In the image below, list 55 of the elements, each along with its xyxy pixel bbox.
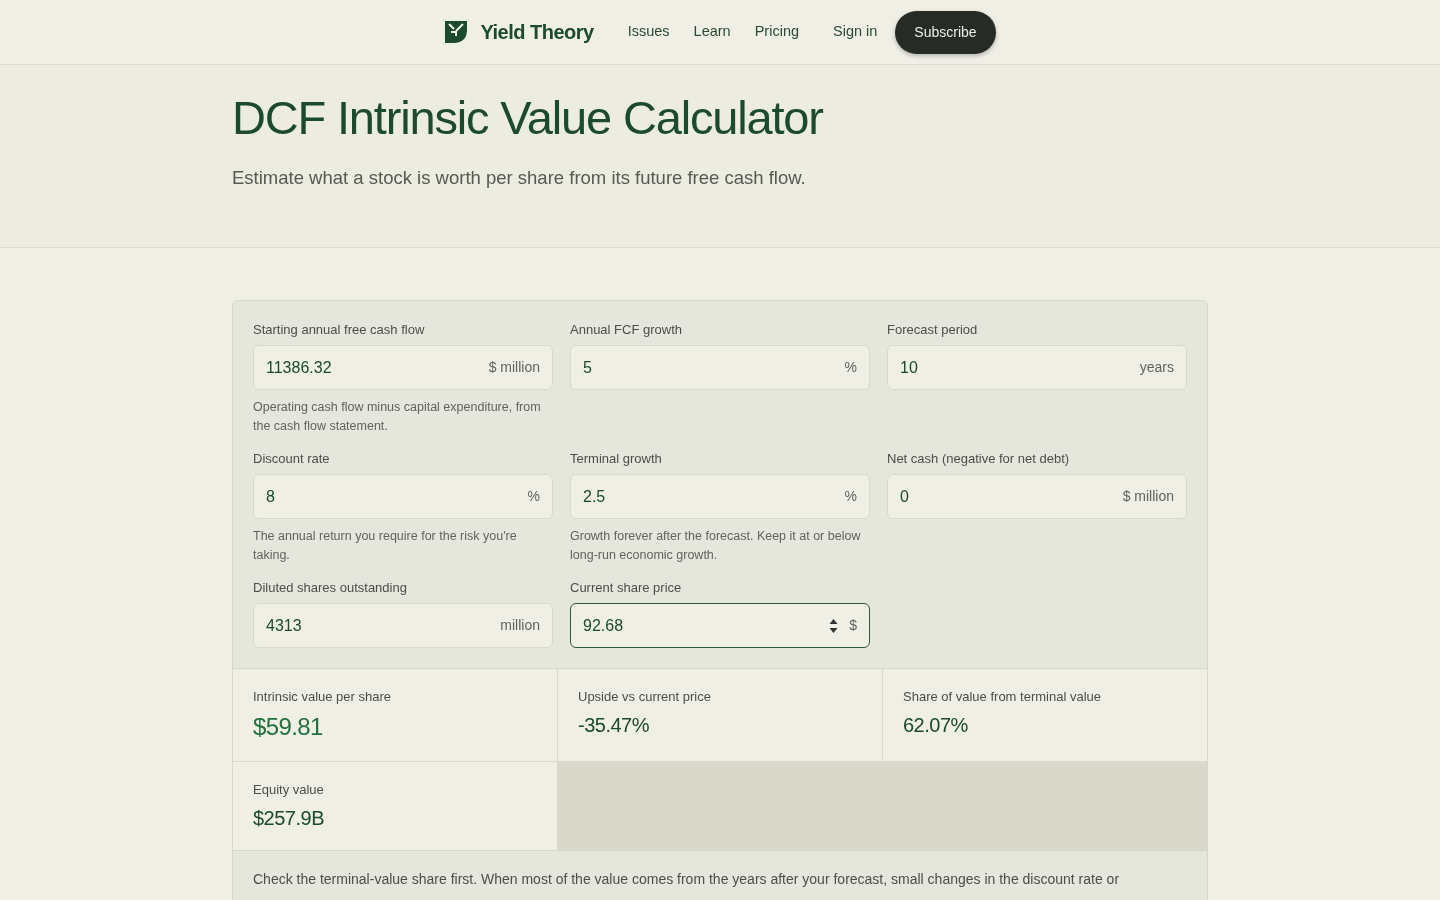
field-value: 92.68 [583, 615, 624, 636]
help-text: The annual return you require for the risk you're taking. [253, 528, 518, 564]
result-value: $59.81 [253, 712, 323, 742]
input-field[interactable]: 10 years [887, 345, 1187, 390]
input-field[interactable]: 0 $ million [887, 474, 1187, 519]
nav-link[interactable]: Issues [627, 21, 670, 43]
help-text: Operating cash flow minus capital expenditure, from the cash flow statement. [253, 399, 542, 435]
field-value: 10 [900, 357, 918, 378]
unit-label: million [500, 616, 540, 635]
field-value: 8 [266, 486, 275, 507]
input-field[interactable]: 8 % [253, 474, 553, 519]
result-label: Equity value [253, 781, 324, 799]
input-field[interactable]: 2.5 % [570, 474, 870, 519]
unit-label: % [844, 487, 857, 506]
sign-in-link[interactable]: Sign in [833, 21, 878, 43]
unit-label: $ [849, 616, 857, 635]
nav-link[interactable]: Learn [693, 21, 731, 43]
input-field[interactable]: 5 % [570, 345, 870, 390]
unit-label: $ million [1122, 487, 1174, 506]
spinner-arrows-icon[interactable] [829, 617, 839, 634]
result-label: Upside vs current price [578, 688, 711, 706]
unit-label: $ million [488, 358, 540, 377]
result-value: -35.47% [578, 713, 649, 738]
field-value: 11386.32 [266, 357, 332, 378]
unit-label: % [844, 358, 857, 377]
field-label: Diluted shares outstanding [253, 579, 407, 597]
result-value: 62.07% [903, 713, 968, 738]
page-subtitle: Estimate what a stock is worth per share from its future free cash flow. [232, 166, 806, 190]
field-label: Current share price [570, 579, 682, 597]
subscribe-button[interactable]: Subscribe [895, 10, 996, 54]
field-value: 2.5 [583, 486, 606, 507]
field-label: Terminal growth [570, 450, 662, 468]
field-label: Annual FCF growth [570, 321, 682, 339]
note-text: Check the terminal-value share first. When most of the value comes from the years after your forecast, small changes in the discount rate or [253, 870, 1121, 889]
page-title: DCF Intrinsic Value Calculator [232, 90, 823, 146]
field-value: 5 [583, 357, 592, 378]
input-field[interactable]: 11386.32 $ million [253, 345, 553, 390]
nav-link[interactable]: Pricing [754, 21, 799, 43]
help-text: Growth forever after the forecast. Keep it at or below long-run economic growth. [570, 528, 862, 564]
brand-logo-link[interactable]: Yield Theory [444, 17, 594, 47]
field-label: Forecast period [887, 321, 978, 339]
unit-label: % [527, 487, 540, 506]
field-value: 0 [900, 486, 909, 507]
result-label: Share of value from terminal value [903, 688, 1101, 706]
result-value: $257.9B [253, 806, 324, 831]
input-field[interactable]: 4313 million [253, 603, 553, 648]
logo-icon [444, 20, 469, 44]
unit-label: years [1139, 358, 1174, 377]
field-value: 4313 [266, 615, 302, 636]
field-label: Starting annual free cash flow [253, 321, 425, 339]
field-label: Discount rate [253, 450, 330, 468]
input-field[interactable]: 92.68 $ [570, 603, 870, 648]
field-label: Net cash (negative for net debt) [887, 450, 1070, 468]
brand-name: Yield Theory [480, 20, 594, 45]
result-label: Intrinsic value per share [253, 688, 391, 706]
